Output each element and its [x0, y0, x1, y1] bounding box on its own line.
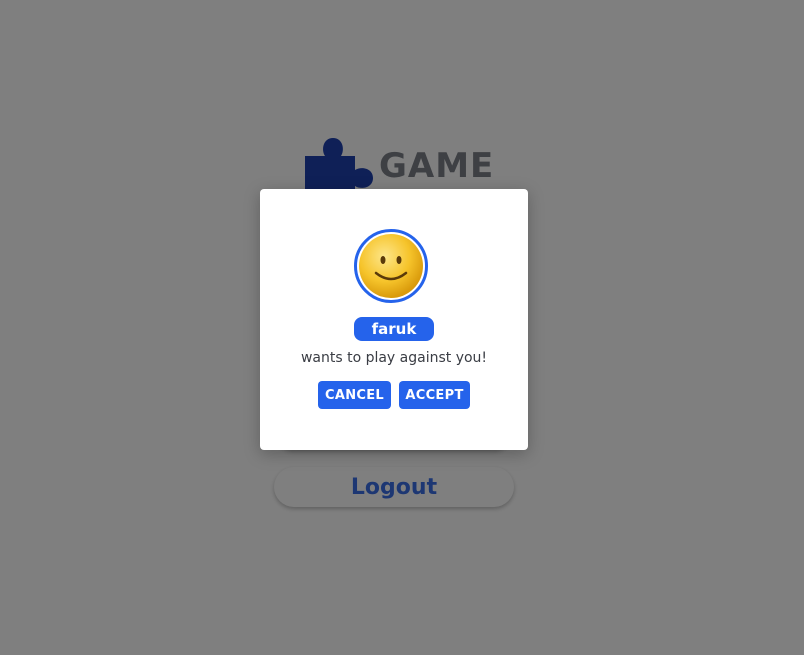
dialog-actions: CANCEL ACCEPT [260, 381, 528, 409]
username-badge: faruk [354, 317, 434, 341]
game-invite-dialog: faruk wants to play against you! CANCEL … [260, 189, 528, 450]
game-home-screen: GAME Logout faruk wants to play a [0, 0, 804, 655]
invite-message: wants to play against you! [300, 350, 488, 366]
cancel-button[interactable]: CANCEL [318, 381, 391, 409]
accept-button[interactable]: ACCEPT [399, 381, 470, 409]
avatar [354, 229, 428, 303]
smiley-face-icon [359, 234, 423, 298]
